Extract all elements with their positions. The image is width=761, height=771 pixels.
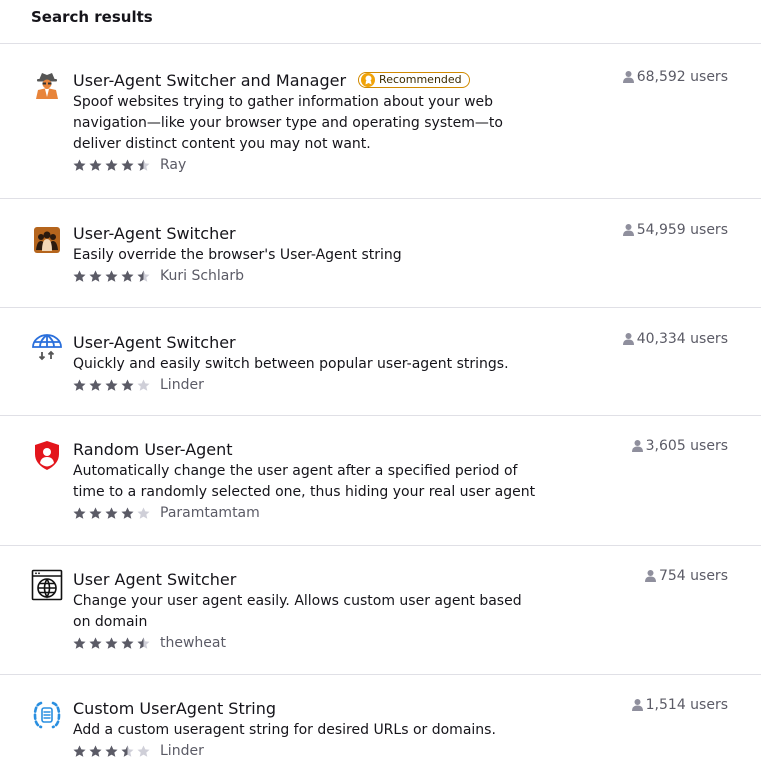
shield-user-icon (31, 439, 63, 471)
star-icon (137, 507, 150, 519)
star-icon (137, 159, 150, 171)
result-description: Spoof websites trying to gather informat… (73, 94, 503, 152)
star-icon (137, 745, 150, 757)
star-icon (121, 159, 134, 171)
result-description: Change your user agent easily. Allows cu… (73, 593, 522, 630)
user-icon (622, 333, 634, 345)
star-icon (137, 637, 150, 649)
result-item[interactable]: Custom UserAgent String Add a custom use… (0, 675, 761, 771)
user-icon (631, 440, 643, 452)
user-count: 68,592 users (622, 69, 728, 85)
star-icon (73, 159, 86, 171)
result-title[interactable]: User-Agent Switcher (73, 333, 236, 352)
people-group-icon (31, 224, 63, 256)
result-author[interactable]: Linder (160, 743, 204, 759)
result-title[interactable]: User-Agent Switcher (73, 224, 236, 243)
star-icon (73, 637, 86, 649)
star-icon (121, 379, 134, 391)
star-icon (105, 159, 118, 171)
star-icon (89, 159, 102, 171)
result-author[interactable]: Paramtamtam (160, 505, 260, 521)
rating-stars (73, 507, 150, 520)
star-icon (73, 745, 86, 757)
user-count-label: 40,334 users (636, 331, 728, 347)
user-count: 1,514 users (631, 697, 728, 713)
user-count: 3,605 users (631, 438, 728, 454)
star-icon (73, 507, 86, 519)
rating-stars (73, 159, 150, 172)
star-icon (121, 507, 134, 519)
star-icon (137, 379, 150, 391)
star-icon (73, 379, 86, 391)
rating-stars (73, 270, 150, 283)
result-title[interactable]: Random User-Agent (73, 440, 233, 459)
user-icon (622, 71, 634, 83)
user-count-label: 1,514 users (645, 697, 728, 713)
star-icon (121, 745, 134, 757)
user-count: 54,959 users (622, 222, 728, 238)
rating-stars (73, 637, 150, 650)
user-count-label: 54,959 users (636, 222, 728, 238)
result-author[interactable]: Kuri Schlarb (160, 268, 244, 284)
star-icon (105, 507, 118, 519)
rating-stars (73, 379, 150, 392)
result-title[interactable]: User-Agent Switcher and Manager (73, 71, 346, 90)
star-icon (73, 270, 86, 282)
user-count: 754 users (644, 568, 728, 584)
user-count-label: 3,605 users (645, 438, 728, 454)
star-icon (121, 637, 134, 649)
recommended-badge[interactable]: Recommended (358, 72, 470, 88)
star-icon (89, 637, 102, 649)
result-title[interactable]: User Agent Switcher (73, 570, 236, 589)
browser-globe-icon (31, 569, 63, 601)
result-description: Quickly and easily switch between popula… (73, 356, 509, 372)
rating-stars (73, 745, 150, 758)
badge-label: Recommended (379, 73, 462, 86)
star-icon (105, 270, 118, 282)
user-count: 40,334 users (622, 331, 728, 347)
star-icon (89, 379, 102, 391)
user-icon (622, 224, 634, 236)
star-icon (137, 270, 150, 282)
result-title[interactable]: Custom UserAgent String (73, 699, 276, 718)
result-item[interactable]: User Agent Switcher Change your user age… (0, 546, 761, 675)
result-description: Add a custom useragent string for desire… (73, 722, 496, 738)
result-author[interactable]: Ray (160, 157, 186, 173)
star-icon (121, 270, 134, 282)
star-icon (89, 745, 102, 757)
result-author[interactable]: thewheat (160, 635, 226, 651)
result-author[interactable]: Linder (160, 377, 204, 393)
search-results-heading: Search results (0, 0, 761, 44)
result-item[interactable]: User-Agent Switcher Easily override the … (0, 199, 761, 308)
result-description: Automatically change the user agent afte… (73, 463, 536, 500)
star-icon (105, 379, 118, 391)
star-icon (105, 637, 118, 649)
result-description: Easily override the browser's User-Agent… (73, 247, 402, 263)
result-item[interactable]: User-Agent Switcher Quickly and easily s… (0, 308, 761, 416)
star-icon (89, 270, 102, 282)
star-icon (89, 507, 102, 519)
star-icon (105, 745, 118, 757)
result-item[interactable]: Random User-Agent Automatically change t… (0, 416, 761, 546)
result-item[interactable]: User-Agent Switcher and Manager Recommen… (0, 44, 761, 199)
user-icon (644, 570, 656, 582)
code-brackets-icon (31, 699, 63, 731)
globe-switch-icon (31, 331, 63, 363)
user-count-label: 754 users (658, 568, 728, 584)
user-count-label: 68,592 users (636, 69, 728, 85)
award-icon (361, 73, 376, 87)
spy-agent-icon (31, 69, 63, 101)
results-list: User-Agent Switcher and Manager Recommen… (0, 44, 761, 771)
user-icon (631, 699, 643, 711)
